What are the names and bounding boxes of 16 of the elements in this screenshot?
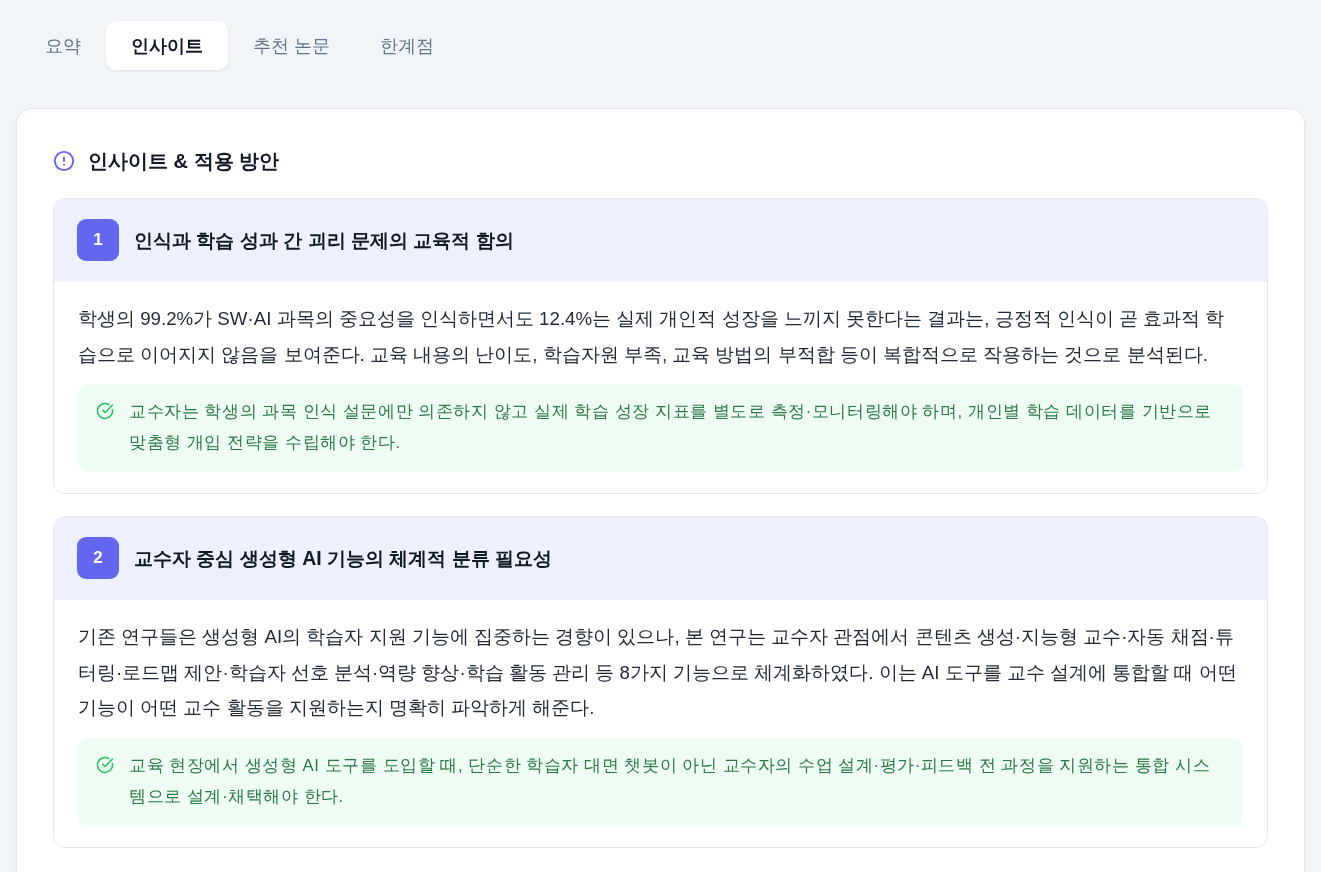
insight-description: 기존 연구들은 생성형 AI의 학습자 지원 기능에 집중하는 경향이 있으나, 본 연구는 교수자 관점에서 콘텐츠 생성·지능형 교수·자동 채점·튜터링·로드맵 제안·학습자 선호 분석·역량 향상·학습 활동 관리 등 8가지 기능으로 체계화하였다. 이는 AI 도구를 교수 설계에 통합할 때 어떤 기능이 어떤 교수 활동을 지원하는지 명확히 파악하게 해준다. (78, 625, 1238, 720)
number-badge: 2 (77, 537, 119, 579)
tab[interactable]: 인사이트 (106, 21, 228, 70)
number-badge: 1 (77, 219, 119, 261)
insight-title: 인식과 학습 성과 간 괴리 문제의 교육적 함의 (134, 227, 514, 253)
exclamation-circle-icon (53, 150, 75, 172)
insight-description: 학생의 99.2%가 SW·AI 과목의 중요성을 인식하면서도 12.4%는 실제 개인적 성장을 느끼지 못한다는 결과는, 긍정적 인식이 곧 효과적 학습으로 이어지지 않음을 보여준다. 교육 내용의 난이도, 학습자원 부족, 교육 방법의 부적합 등이 복합적으로 작용하는 것으로 분석된다. (78, 307, 1226, 367)
tab[interactable]: 추천 논문 (228, 21, 355, 70)
check-circle-icon (96, 755, 114, 774)
insight-title: 교수자 중심 생성형 AI 기능의 체계적 분류 필요성 (134, 545, 553, 571)
tab[interactable]: 한계점 (355, 21, 459, 70)
check-circle-icon (96, 402, 114, 420)
recommendation-text: 교수자는 학생의 과목 인식 설문에만 의존하지 않고 실제 학습 성장 지표를 별도로 측정·모니터링해야 하며, 개인별 학습 데이터를 기반으로 맞춤형 개입 전략을 수립해야 한다. (129, 401, 1213, 454)
tab[interactable]: 요약 (20, 21, 106, 70)
recommendation-text: 교육 현장에서 생성형 AI 도구를 도입할 때, 단순한 학습자 대면 챗봇이 아닌 교수자의 수업 설계·평가·피드백 전 과정을 지원하는 통합 시스템으로 설계·채택해야 한다. (129, 754, 1212, 808)
section-title: 인사이트 & 적용 방안 (88, 149, 280, 174)
